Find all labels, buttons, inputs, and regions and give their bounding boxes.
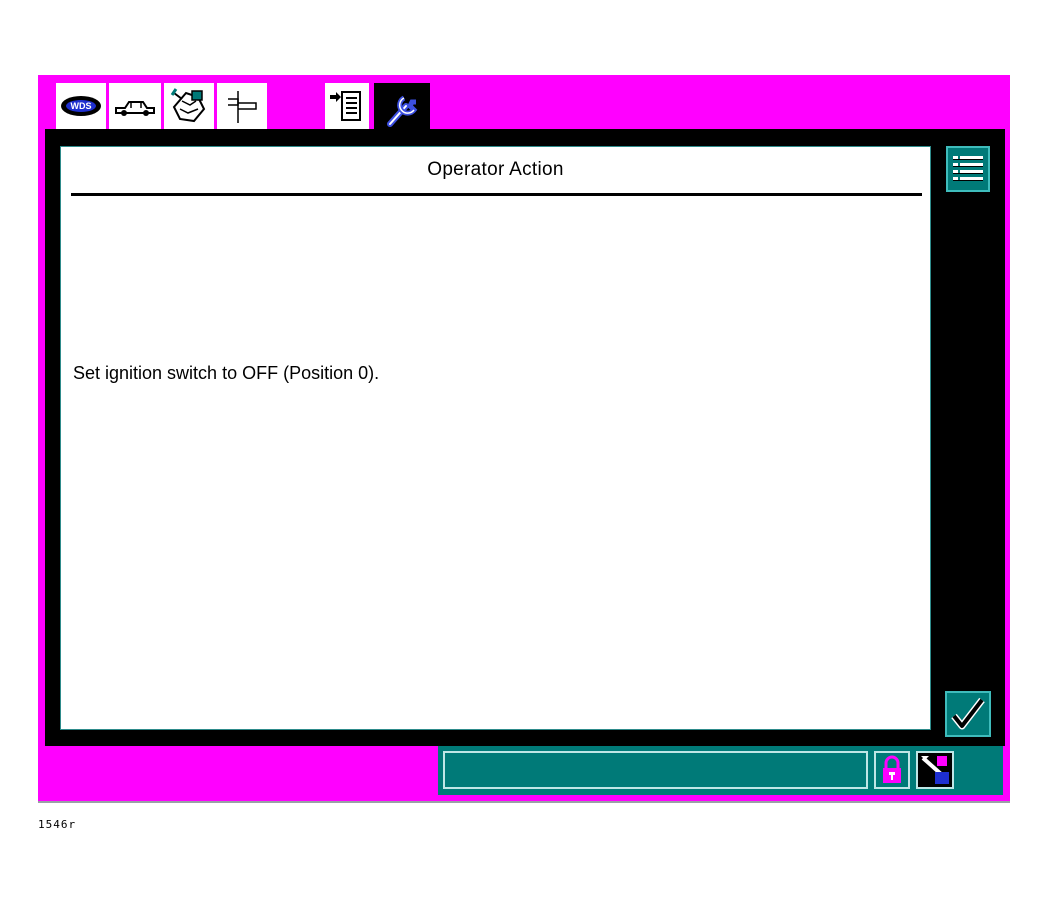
signpost-icon: [228, 91, 257, 123]
panel-title: Operator Action: [427, 159, 564, 180]
main-frame: Operator Action Set ignition switch to O…: [45, 129, 1005, 746]
diagnostic-screen: WDS Operator Action Set ignition switch …: [38, 75, 1010, 803]
document-arrow-icon: [330, 91, 361, 121]
wrench-icon: [387, 95, 418, 127]
connection-button[interactable]: [916, 751, 954, 789]
status-bar: [438, 746, 1003, 795]
wds-logo-icon: WDS: [61, 96, 101, 116]
tab-document[interactable]: [325, 83, 369, 129]
list-icon: [951, 152, 985, 186]
list-button[interactable]: [946, 146, 990, 192]
confirm-button[interactable]: [945, 691, 991, 737]
instruction-text: Set ignition switch to OFF (Position 0).: [73, 363, 380, 383]
title-divider: [71, 193, 922, 196]
status-field: [443, 751, 868, 789]
operator-action-panel: Operator Action Set ignition switch to O…: [60, 146, 931, 730]
checkmark-icon: [951, 697, 985, 730]
tab-routing[interactable]: [217, 83, 267, 129]
tab-wds[interactable]: WDS: [56, 83, 106, 129]
engine-component-icon: [170, 88, 206, 123]
tab-vehicle[interactable]: [109, 83, 161, 129]
vehicle-icon: [115, 101, 155, 116]
lock-button[interactable]: [874, 751, 910, 789]
tab-components[interactable]: [164, 83, 214, 129]
lock-icon: [883, 755, 901, 783]
figure-code: 1546r: [38, 818, 77, 831]
svg-text:WDS: WDS: [71, 101, 92, 111]
connection-icon: [919, 754, 951, 786]
